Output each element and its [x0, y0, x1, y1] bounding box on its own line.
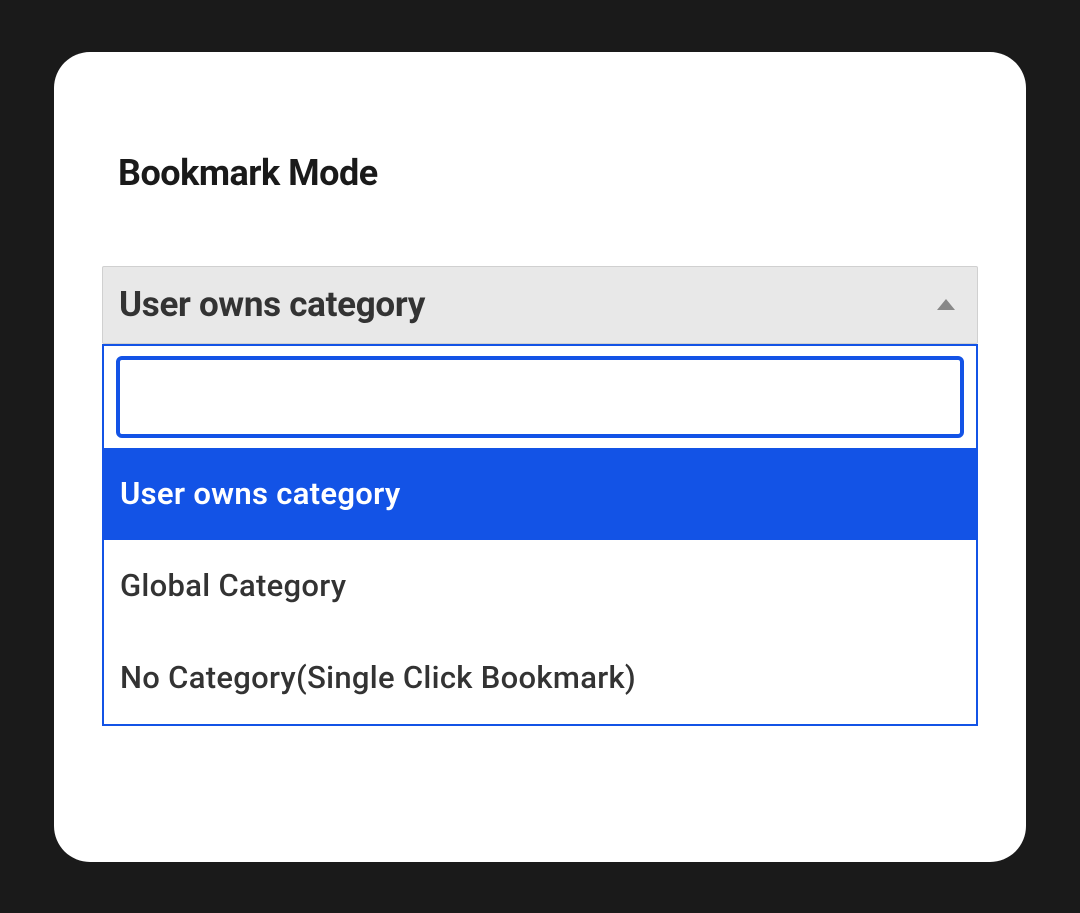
dropdown-item-no-category[interactable]: No Category(Single Click Bookmark): [104, 632, 976, 724]
dropdown-list: User owns category Global Category No Ca…: [104, 448, 976, 724]
dropdown-item-user-owns-category[interactable]: User owns category: [104, 448, 976, 540]
dropdown-search-band: [104, 344, 976, 448]
select-current-value: User owns category: [119, 284, 425, 325]
dropdown-search-input[interactable]: [116, 356, 964, 438]
settings-card: Bookmark Mode User owns category User ow…: [54, 52, 1026, 862]
caret-up-icon: [937, 299, 955, 310]
dropdown-panel: User owns category Global Category No Ca…: [102, 344, 978, 726]
bookmark-mode-select: User owns category User owns category Gl…: [102, 266, 978, 726]
select-display[interactable]: User owns category: [102, 266, 978, 344]
section-heading: Bookmark Mode: [118, 152, 978, 194]
dropdown-item-global-category[interactable]: Global Category: [104, 540, 976, 632]
